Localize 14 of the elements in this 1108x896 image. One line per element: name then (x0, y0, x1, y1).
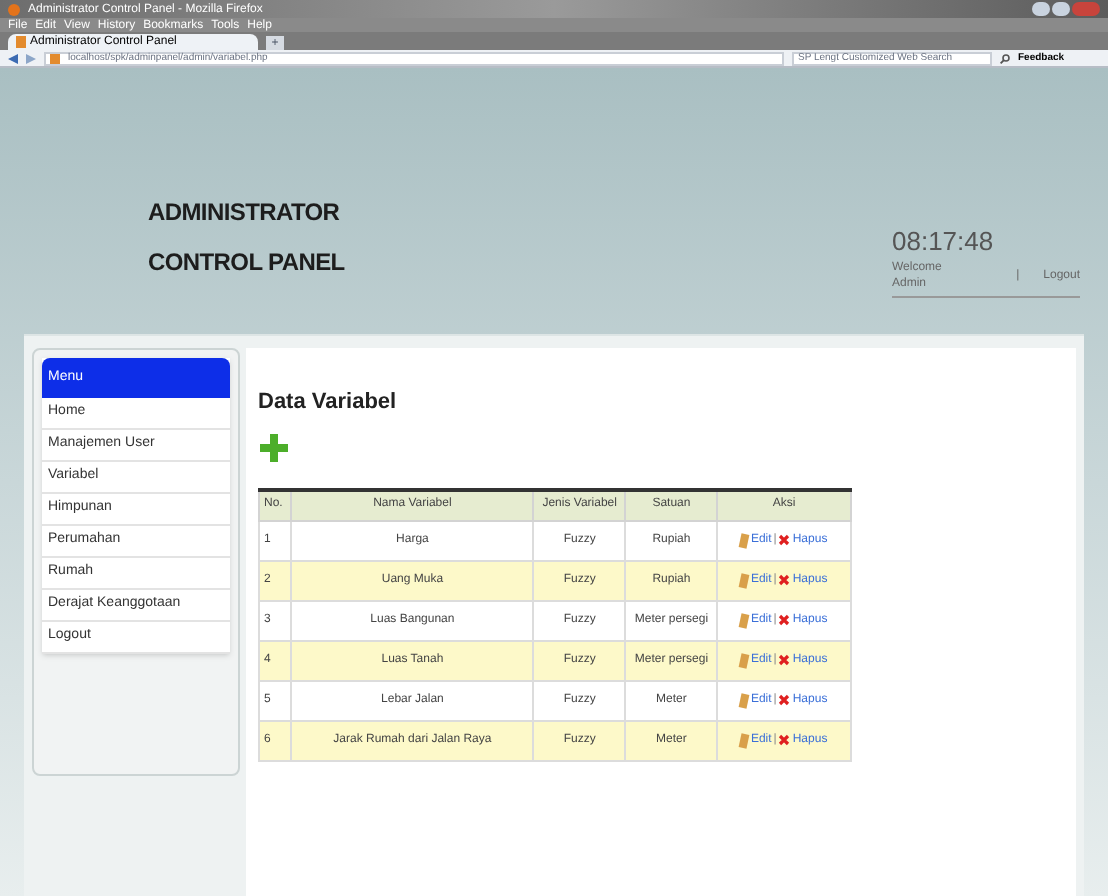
cross-icon (778, 574, 791, 586)
clock-text: 08:17:48 (892, 228, 996, 254)
cross-icon (778, 694, 791, 706)
cross-icon (778, 734, 791, 746)
cross-icon (778, 534, 791, 546)
cross-icon (778, 614, 791, 626)
page-heading: Data Variabel (258, 392, 399, 414)
header-title: ADMINISTRATOR (148, 200, 342, 224)
add-icon[interactable] (258, 432, 290, 464)
search-icon[interactable] (1000, 53, 1010, 63)
header-title: CONTROL PANEL (148, 250, 345, 274)
page-icon (16, 36, 26, 48)
cross-icon (778, 654, 791, 666)
page-icon (50, 53, 60, 63)
